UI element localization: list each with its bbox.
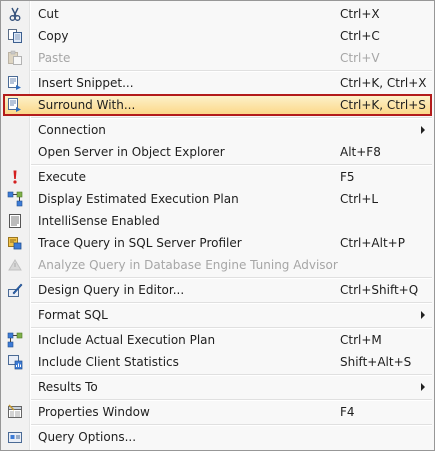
menu-item-label: Display Estimated Execution Plan bbox=[38, 192, 239, 206]
menu-item-paste[interactable]: Paste Ctrl+V bbox=[1, 47, 434, 69]
actual-plan-icon bbox=[7, 332, 23, 348]
menu-item-shortcut: Ctrl+Alt+P bbox=[340, 236, 405, 250]
menu-item-label: Format SQL bbox=[38, 308, 108, 322]
menu-item-label: IntelliSense Enabled bbox=[38, 214, 160, 228]
menu-item-results-to[interactable]: Results To bbox=[1, 376, 434, 398]
paste-icon bbox=[7, 50, 23, 66]
menu-item-label: Execute bbox=[38, 170, 86, 184]
menu-item-execute[interactable]: Execute F5 bbox=[1, 166, 434, 188]
menu-item-shortcut: Ctrl+K, Ctrl+S bbox=[340, 98, 426, 112]
profiler-icon bbox=[7, 235, 23, 251]
menu-item-open-server[interactable]: Open Server in Object Explorer Alt+F8 bbox=[1, 141, 434, 163]
snippet-icon bbox=[7, 75, 23, 91]
menu-items: Cut Ctrl+X Copy Ctrl+C Paste Ctrl+V Inse… bbox=[1, 3, 434, 448]
menu-item-shortcut: Ctrl+X bbox=[340, 7, 380, 21]
menu-item-shortcut: Alt+F8 bbox=[340, 145, 381, 159]
menu-item-include-plan[interactable]: Include Actual Execution Plan Ctrl+M bbox=[1, 329, 434, 351]
execution-plan-icon bbox=[7, 191, 23, 207]
client-stats-icon bbox=[7, 354, 23, 370]
menu-item-shortcut: F4 bbox=[340, 405, 355, 419]
scissors-icon bbox=[7, 6, 23, 22]
execute-icon bbox=[7, 169, 23, 185]
copy-icon bbox=[7, 28, 23, 44]
menu-item-label: Include Actual Execution Plan bbox=[38, 333, 216, 347]
menu-item-insert-snippet[interactable]: Insert Snippet... Ctrl+K, Ctrl+X bbox=[1, 72, 434, 94]
menu-item-label: Properties Window bbox=[38, 405, 150, 419]
menu-item-shortcut: F5 bbox=[340, 170, 355, 184]
menu-item-query-options[interactable]: Query Options... bbox=[1, 426, 434, 448]
menu-item-trace-query[interactable]: Trace Query in SQL Server Profiler Ctrl+… bbox=[1, 232, 434, 254]
query-options-icon bbox=[7, 429, 23, 445]
menu-item-client-stats[interactable]: Include Client Statistics Shift+Alt+S bbox=[1, 351, 434, 373]
menu-item-shortcut: Ctrl+K, Ctrl+X bbox=[340, 76, 427, 90]
menu-item-cut[interactable]: Cut Ctrl+X bbox=[1, 3, 434, 25]
menu-item-label: Design Query in Editor... bbox=[38, 283, 185, 297]
menu-item-label: Trace Query in SQL Server Profiler bbox=[38, 236, 242, 250]
menu-item-display-plan[interactable]: Display Estimated Execution Plan Ctrl+L bbox=[1, 188, 434, 210]
menu-item-design-query[interactable]: Design Query in Editor... Ctrl+Shift+Q bbox=[1, 279, 434, 301]
surround-icon bbox=[7, 97, 23, 113]
menu-item-shortcut: Ctrl+Shift+Q bbox=[340, 283, 419, 297]
tuning-advisor-icon bbox=[7, 257, 23, 273]
menu-item-label: Surround With... bbox=[38, 98, 136, 112]
intellisense-icon bbox=[7, 213, 23, 229]
menu-item-label: Paste bbox=[38, 51, 71, 65]
menu-item-shortcut: Ctrl+L bbox=[340, 192, 379, 206]
context-menu: Cut Ctrl+X Copy Ctrl+C Paste Ctrl+V Inse… bbox=[0, 0, 435, 451]
menu-item-label: Insert Snippet... bbox=[38, 76, 134, 90]
properties-icon bbox=[7, 404, 23, 420]
submenu-arrow-icon bbox=[421, 311, 425, 319]
menu-item-label: Include Client Statistics bbox=[38, 355, 179, 369]
menu-item-intellisense[interactable]: IntelliSense Enabled bbox=[1, 210, 434, 232]
menu-item-label: Cut bbox=[38, 7, 59, 21]
menu-item-label: Connection bbox=[38, 123, 106, 137]
menu-item-shortcut: Ctrl+C bbox=[340, 29, 380, 43]
design-query-icon bbox=[7, 282, 23, 298]
menu-item-shortcut: Ctrl+V bbox=[340, 51, 380, 65]
menu-item-label: Query Options... bbox=[38, 430, 137, 444]
menu-item-copy[interactable]: Copy Ctrl+C bbox=[1, 25, 434, 47]
menu-item-shortcut: Ctrl+M bbox=[340, 333, 382, 347]
menu-item-label: Analyze Query in Database Engine Tuning … bbox=[38, 258, 338, 272]
menu-item-properties[interactable]: Properties Window F4 bbox=[1, 401, 434, 423]
submenu-arrow-icon bbox=[421, 126, 425, 134]
menu-item-label: Open Server in Object Explorer bbox=[38, 145, 225, 159]
menu-item-shortcut: Shift+Alt+S bbox=[340, 355, 412, 369]
menu-item-label: Copy bbox=[38, 29, 69, 43]
menu-item-format-sql[interactable]: Format SQL bbox=[1, 304, 434, 326]
menu-item-label: Results To bbox=[38, 380, 98, 394]
menu-item-surround-with[interactable]: Surround With... Ctrl+K, Ctrl+S bbox=[1, 94, 434, 116]
submenu-arrow-icon bbox=[421, 383, 425, 391]
menu-item-connection[interactable]: Connection bbox=[1, 119, 434, 141]
menu-item-analyze-query[interactable]: Analyze Query in Database Engine Tuning … bbox=[1, 254, 434, 276]
